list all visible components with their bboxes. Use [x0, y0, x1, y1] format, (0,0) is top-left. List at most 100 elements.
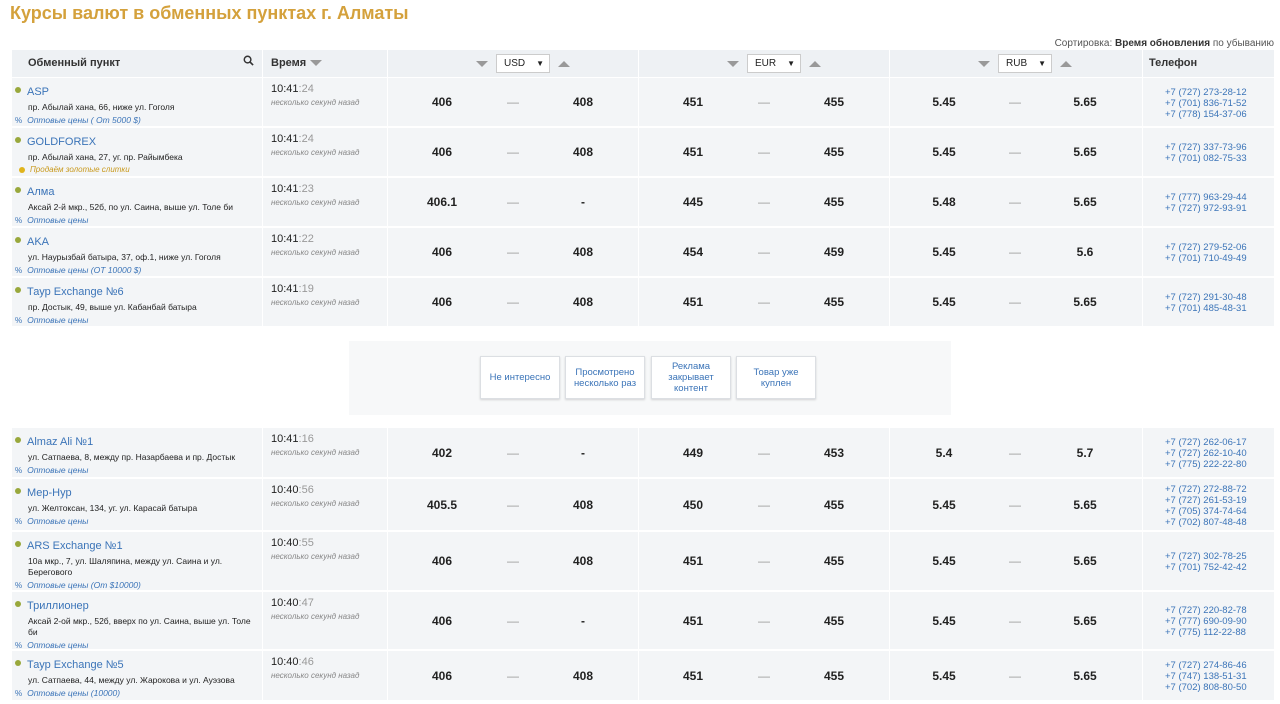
ad-feedback-already-bought-button[interactable]: Товар уже куплен: [736, 356, 816, 399]
header-time[interactable]: Время: [262, 50, 387, 77]
update-time-ago: несколько секунд назад: [271, 448, 360, 457]
rate-separator: —: [1009, 295, 1021, 309]
phone-number-link[interactable]: +7 (727) 279-52-06: [1165, 242, 1274, 253]
eur-buy-rate: 454: [682, 245, 704, 259]
wholesale-prices-link[interactable]: % Оптовые цены: [15, 640, 258, 651]
header-exchange-point[interactable]: Обменный пункт: [12, 50, 262, 77]
page-title: Курсы валют в обменных пунктах г. Алматы: [10, 3, 409, 23]
exchange-point-cell: Таур Exchange №6 пр. Достык, 49, выше ул.…: [12, 278, 262, 326]
wholesale-prices-link[interactable]: % Оптовые цены ( От 5000 $): [15, 115, 258, 126]
phone-cell: +7 (727) 302-78-25 +7 (701) 752-42-42: [1142, 532, 1274, 590]
ad-feedback-seen-many-times-button[interactable]: Просмотрено несколько раз: [565, 356, 645, 399]
wholesale-prices-link[interactable]: % Оптовые цены (От $10000): [15, 580, 258, 591]
exchange-point-name-link[interactable]: Таур Exchange №5: [27, 659, 124, 671]
eur-sell-rate: 455: [823, 554, 845, 568]
phone-number-link[interactable]: +7 (727) 273-28-12: [1165, 87, 1274, 98]
sort-desc-icon[interactable]: [727, 60, 739, 67]
wholesale-prices-link[interactable]: % Оптовые цены: [15, 465, 258, 476]
sort-field[interactable]: Время обновления: [1115, 38, 1210, 49]
phone-number-link[interactable]: +7 (727) 220-82-78: [1165, 605, 1274, 616]
phone-number-link[interactable]: +7 (701) 836-71-52: [1165, 98, 1274, 109]
sort-control[interactable]: Сортировка: Время обновления по убыванию: [1055, 38, 1274, 49]
wholesale-prices-link[interactable]: % Оптовые цены: [15, 315, 258, 326]
eur-sell-rate: 459: [823, 245, 845, 259]
phone-number-link[interactable]: +7 (705) 374-74-64: [1165, 506, 1274, 517]
phone-cell: +7 (727) 262-06-17 +7 (727) 262-10-40 +7 (…: [1142, 428, 1274, 477]
table-header: Обменный пункт Время USD ▼ EUR ▼ RUB ▼ Теле…: [12, 50, 1274, 77]
phone-number-link[interactable]: +7 (777) 690-09-90: [1165, 616, 1274, 627]
header-currency-usd: USD ▼: [387, 50, 637, 77]
rub-sell-rate: 5.65: [1073, 554, 1097, 568]
table-row: ARS Exchange №1 10а мкр., 7, ул. Шаляпина…: [12, 532, 1274, 592]
phone-number-link[interactable]: +7 (727) 272-88-72: [1165, 484, 1274, 495]
ad-feedback-covers-content-button[interactable]: Реклама закрывает контент: [651, 356, 731, 399]
phone-cell: +7 (727) 273-28-12 +7 (701) 836-71-52 +7 (…: [1142, 78, 1274, 126]
exchange-point-name-link[interactable]: Триллионер: [27, 600, 89, 612]
exchange-point-name-link[interactable]: ASP: [27, 86, 49, 98]
update-time: 10:40:55: [271, 537, 387, 549]
wholesale-prices-link[interactable]: % Оптовые цены: [15, 516, 258, 527]
exchange-point-name-link[interactable]: AKA: [27, 236, 49, 248]
update-time-ago: несколько секунд назад: [271, 671, 360, 680]
currency-select-rub[interactable]: RUB ▼: [998, 54, 1052, 73]
sort-asc-icon[interactable]: [809, 60, 821, 67]
sort-asc-icon[interactable]: [558, 60, 570, 67]
update-time: 10:41:23: [271, 183, 387, 195]
phone-number-link[interactable]: +7 (777) 963-29-44: [1165, 192, 1274, 203]
exchange-point-name-link[interactable]: Мер-Нур: [27, 487, 72, 499]
phone-cell: +7 (777) 963-29-44 +7 (727) 972-93-91: [1142, 178, 1274, 226]
update-time-hm: 10:41: [271, 133, 299, 145]
ad-feedback-not-interesting-button[interactable]: Не интересно: [480, 356, 560, 399]
currency-select-usd[interactable]: USD ▼: [496, 54, 550, 73]
phone-number-link[interactable]: +7 (775) 112-22-88: [1165, 627, 1274, 638]
exchange-point-cell: Алма Аксай 2-й мкр., 52б, по ул. Саина, в…: [12, 178, 262, 226]
exchange-point-name-link[interactable]: Almaz Ali №1: [27, 436, 93, 448]
wholesale-prices-link[interactable]: % Оптовые цены (ОТ 10000 $): [15, 265, 258, 276]
eur-sell-rate: 455: [823, 669, 845, 683]
exchange-point-cell: Almaz Ali №1 ул. Сатпаева, 8, между пр. Н…: [12, 428, 262, 477]
exchange-point-name-link[interactable]: GOLDFOREX: [27, 136, 96, 148]
table-row: GOLDFOREX пр. Абылай хана, 27, уг. пр. Ра…: [12, 128, 1274, 178]
table-row: Таур Exchange №5 ул. Сатпаева, 44, между …: [12, 651, 1274, 702]
sort-desc-icon[interactable]: [978, 60, 990, 67]
phone-number-link[interactable]: +7 (727) 261-53-19: [1165, 495, 1274, 506]
phone-number-link[interactable]: +7 (701) 710-49-49: [1165, 253, 1274, 264]
phone-number-link[interactable]: +7 (727) 302-78-25: [1165, 551, 1274, 562]
chevron-down-icon: ▼: [1038, 59, 1046, 68]
sort-asc-icon[interactable]: [1060, 60, 1072, 67]
update-time: 10:41:19: [271, 283, 387, 295]
eur-buy-rate: 445: [682, 195, 704, 209]
status-dot-icon: [15, 659, 21, 666]
sort-desc-icon[interactable]: [476, 60, 488, 67]
header-phone: Телефон: [1142, 50, 1274, 77]
phone-number-link[interactable]: +7 (701) 082-75-33: [1165, 153, 1274, 164]
phone-number-link[interactable]: +7 (701) 752-42-42: [1165, 562, 1274, 573]
phone-number-link[interactable]: +7 (702) 807-48-48: [1165, 517, 1274, 528]
phone-number-link[interactable]: +7 (702) 808-80-50: [1165, 682, 1274, 693]
wholesale-prices-link[interactable]: % Оптовые цены (10000): [15, 688, 258, 699]
rate-cell-rub: 5.48 — 5.65: [889, 178, 1140, 226]
exchange-point-name-link[interactable]: ARS Exchange №1: [27, 540, 123, 552]
exchange-point-name-link[interactable]: Таур Exchange №6: [27, 286, 124, 298]
eur-buy-rate: 451: [682, 95, 704, 109]
phone-number-link[interactable]: +7 (727) 337-73-96: [1165, 142, 1274, 153]
wholesale-prices-link[interactable]: % Оптовые цены: [15, 215, 258, 226]
phone-number-link[interactable]: +7 (775) 222-22-80: [1165, 459, 1274, 470]
phone-number-link[interactable]: +7 (727) 291-30-48: [1165, 292, 1274, 303]
wholesale-prices-text: Оптовые цены (От $10000): [27, 580, 141, 590]
exchange-point-name-link[interactable]: Алма: [27, 186, 54, 198]
phone-number-link[interactable]: +7 (727) 274-86-46: [1165, 660, 1274, 671]
sort-order[interactable]: по убыванию: [1213, 38, 1274, 49]
rub-buy-rate: 5.45: [932, 145, 956, 159]
search-icon[interactable]: [243, 50, 254, 77]
currency-select-eur[interactable]: EUR ▼: [747, 54, 801, 73]
phone-number-link[interactable]: +7 (727) 262-06-17: [1165, 437, 1274, 448]
sort-desc-icon[interactable]: [310, 60, 323, 67]
update-time-ago: несколько секунд назад: [271, 148, 360, 157]
phone-number-link[interactable]: +7 (747) 138-51-31: [1165, 671, 1274, 682]
phone-number-link[interactable]: +7 (727) 972-93-91: [1165, 203, 1274, 214]
phone-number-link[interactable]: +7 (778) 154-37-06: [1165, 109, 1274, 120]
phone-number-link[interactable]: +7 (701) 485-48-31: [1165, 303, 1274, 314]
phone-number-link[interactable]: +7 (727) 262-10-40: [1165, 448, 1274, 459]
update-time-hm: 10:41: [271, 233, 299, 245]
